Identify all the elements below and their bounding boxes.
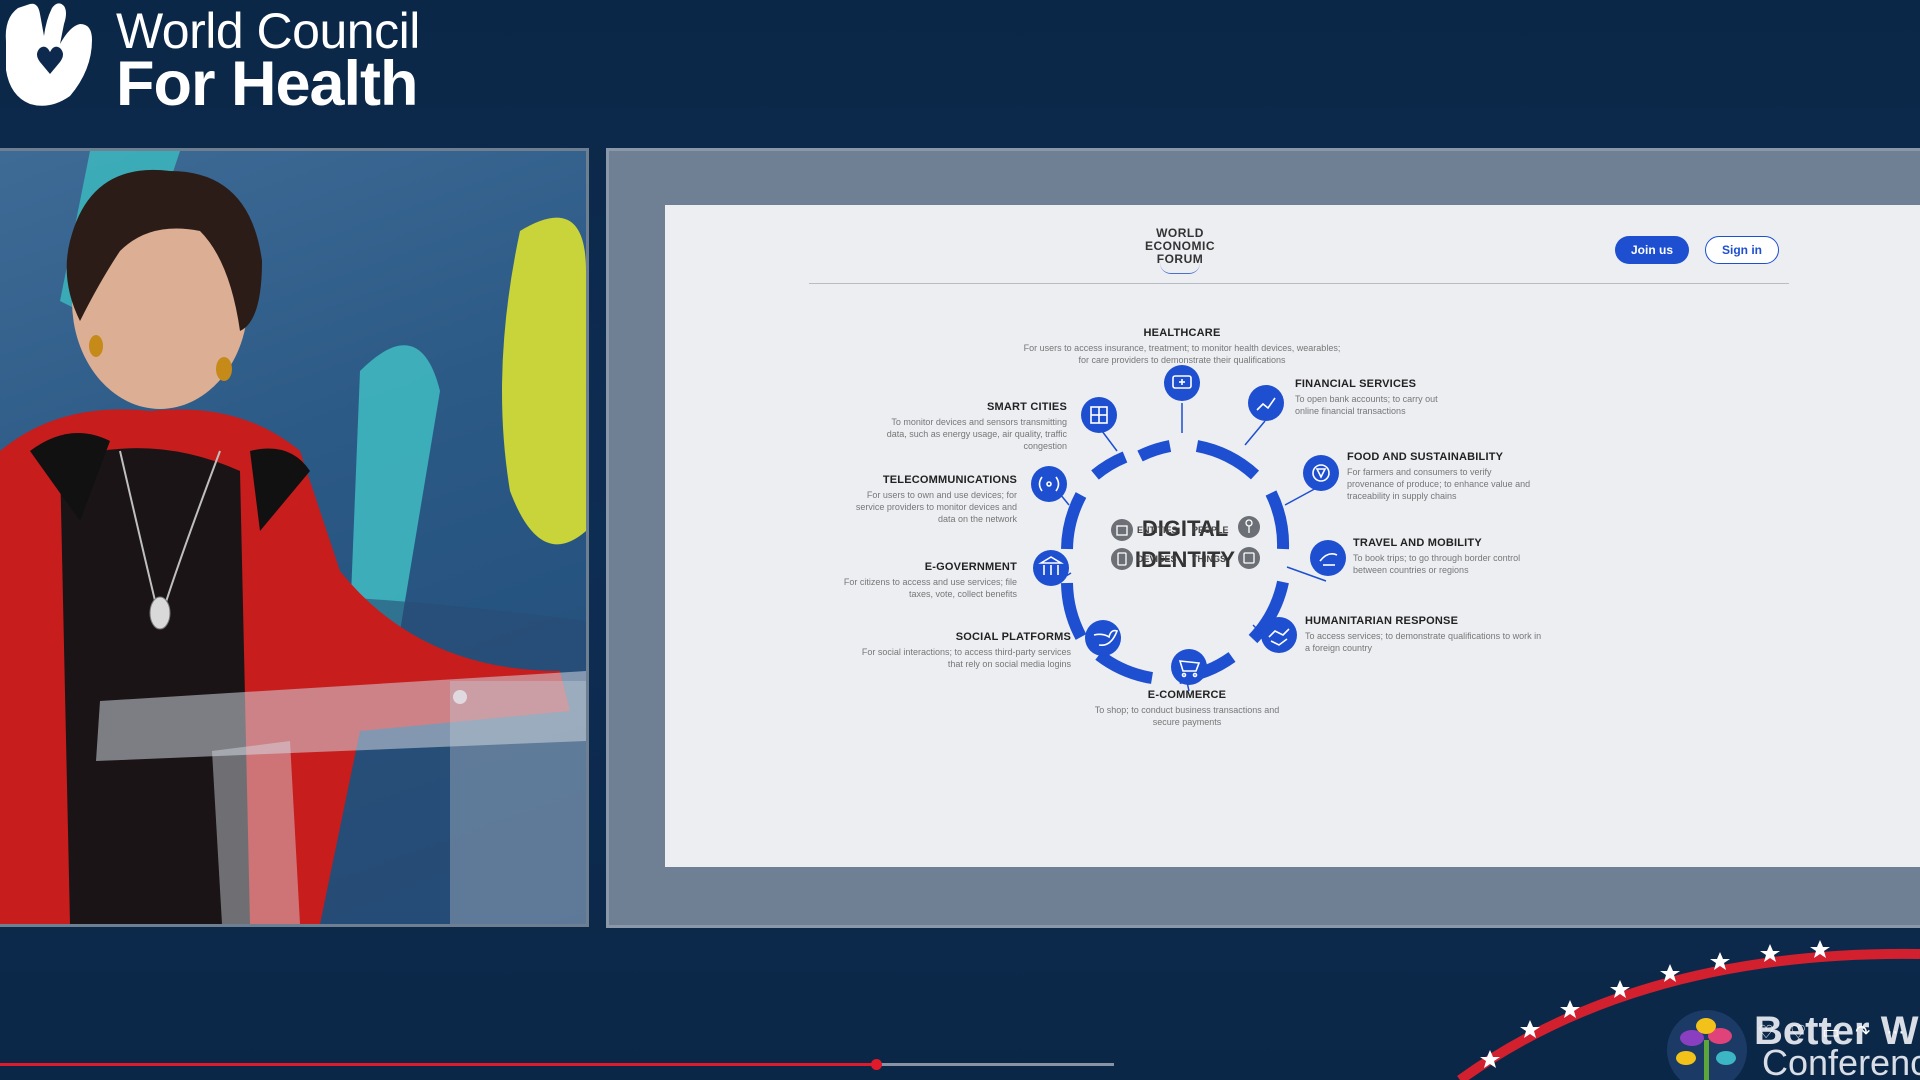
cart-icon — [1171, 649, 1207, 685]
sector-humanitarian-response: HUMANITARIAN RESPONSE To access services… — [1305, 615, 1605, 654]
recycle-icon — [1303, 455, 1339, 491]
center-title: DIGITAL IDENTITY — [1117, 513, 1253, 575]
sector-desc: For social interactions; to access third… — [861, 647, 1071, 657]
sector-desc: data, such as energy usage, air quality,… — [886, 429, 1067, 439]
sector-desc: data on the network — [937, 514, 1017, 524]
sector-desc: service providers to monitor devices and — [855, 502, 1017, 512]
sector-desc: For users to own and use devices; for — [866, 490, 1017, 500]
sector-desc: for care providers to demonstrate their … — [1078, 355, 1286, 365]
ring-segment — [1137, 440, 1172, 462]
wch-logo: World Council For Health — [0, 0, 460, 120]
sector-desc: To access services; to demonstrate quali… — [1305, 631, 1542, 641]
sector-smart-cities: SMART CITIES To monitor devices and sens… — [861, 401, 1067, 452]
sector-title: E-COMMERCE — [1147, 689, 1227, 701]
subtitles-icon[interactable]: ▭ — [1822, 1022, 1855, 1042]
sector-travel-mobility: TRAVEL AND MOBILITY To book trips; to go… — [1353, 537, 1593, 576]
speaker-scene — [0, 151, 586, 924]
sector-title: HUMANITARIAN RESPONSE — [1305, 615, 1459, 627]
sector-financial-services: FINANCIAL SERVICES To open bank accounts… — [1295, 378, 1495, 417]
sector-desc: To book trips; to go through border cont… — [1353, 553, 1521, 563]
sector-title: FINANCIAL SERVICES — [1295, 378, 1417, 390]
antenna-icon — [1031, 466, 1067, 502]
sector-desc: online financial transactions — [1295, 406, 1406, 416]
sector-desc: To open bank accounts; to carry out — [1295, 394, 1438, 404]
logo-title-line2: For Health — [116, 49, 419, 119]
sector-desc: For users to access insurance, treatment… — [1023, 343, 1341, 353]
ring-segment — [1265, 490, 1290, 550]
conference-title-line2: Conferenc — [1762, 1042, 1920, 1080]
sector-telecommunications: TELECOMMUNICATIONS For users to own and … — [811, 474, 1017, 525]
more-icon[interactable]: ⋯ — [1886, 1022, 1920, 1042]
entities-label: ENTITIES — [1137, 525, 1178, 535]
sector-desc: that rely on social media logins — [947, 659, 1071, 669]
sector-desc: taxes, vote, collect benefits — [908, 589, 1017, 599]
sector-title: FOOD AND SUSTAINABILITY — [1347, 451, 1504, 463]
devices-label: DEVICES — [1137, 554, 1177, 564]
player-controls: ♡♡▭↷⋯ — [1758, 1022, 1920, 1043]
sector-food-sustainability: FOOD AND SUSTAINABILITY For farmers and … — [1347, 451, 1587, 502]
handshake-icon — [1261, 617, 1297, 653]
sector-desc: To monitor devices and sensors transmitt… — [891, 417, 1067, 427]
dislike-icon[interactable]: ♡ — [1790, 1022, 1822, 1042]
bird-icon — [1085, 620, 1121, 656]
sector-e-commerce: E-COMMERCE To shop; to conduct business … — [1057, 689, 1317, 728]
conference-flower-logo — [1667, 1010, 1747, 1080]
sector-desc: For citizens to access and use services;… — [843, 577, 1017, 587]
ring-segment — [1095, 650, 1154, 684]
video-progress-handle[interactable] — [871, 1059, 882, 1070]
video-stage: World Council For Health WORLD ECONOMIC … — [0, 0, 1920, 1080]
sector-desc: a foreign country — [1305, 643, 1373, 653]
sector-healthcare: HEALTHCARE For users to access insurance… — [987, 327, 1377, 366]
sector-desc: between countries or regions — [1353, 565, 1469, 575]
chart-up-icon — [1248, 385, 1284, 421]
things-label: THINGS — [1192, 554, 1227, 564]
sector-title: SOCIAL PLATFORMS — [955, 631, 1071, 643]
share-icon[interactable]: ↷ — [1855, 1022, 1886, 1042]
sector-desc: provenance of produce; to enhance value … — [1347, 479, 1531, 489]
sector-title: TRAVEL AND MOBILITY — [1353, 537, 1482, 549]
like-icon[interactable]: ♡ — [1758, 1022, 1790, 1042]
sector-desc: congestion — [1023, 441, 1067, 451]
sector-desc: For farmers and consumers to verify — [1347, 467, 1492, 477]
slide-page: WORLD ECONOMIC FORUM Join us Sign in DIG… — [665, 205, 1920, 867]
slide-frame: WORLD ECONOMIC FORUM Join us Sign in DIG… — [606, 148, 1920, 928]
speaker-video — [0, 148, 589, 927]
sector-e-government: E-GOVERNMENT For citizens to access and … — [785, 561, 1017, 600]
plane-icon — [1310, 540, 1346, 576]
people-label: PEOPLE — [1192, 525, 1229, 535]
sector-title: HEALTHCARE — [1143, 327, 1221, 339]
sector-title: E-GOVERNMENT — [924, 561, 1017, 573]
sector-title: TELECOMMUNICATIONS — [882, 474, 1017, 486]
ring-segment — [1061, 582, 1087, 640]
sector-desc: To shop; to conduct business transaction… — [1094, 705, 1280, 715]
sector-desc: traceability in supply chains — [1347, 491, 1457, 501]
sector-social-platforms: SOCIAL PLATFORMS For social interactions… — [815, 631, 1071, 670]
sector-desc: secure payments — [1152, 717, 1222, 727]
hand-heart-icon — [5, 3, 92, 106]
ring-segment — [1061, 492, 1087, 550]
sector-title: SMART CITIES — [986, 401, 1067, 413]
ring-segment — [1195, 440, 1260, 480]
digital-identity-diagram — [1031, 365, 1346, 692]
video-progress-fill — [0, 1063, 876, 1066]
ring-segment — [1091, 451, 1128, 480]
